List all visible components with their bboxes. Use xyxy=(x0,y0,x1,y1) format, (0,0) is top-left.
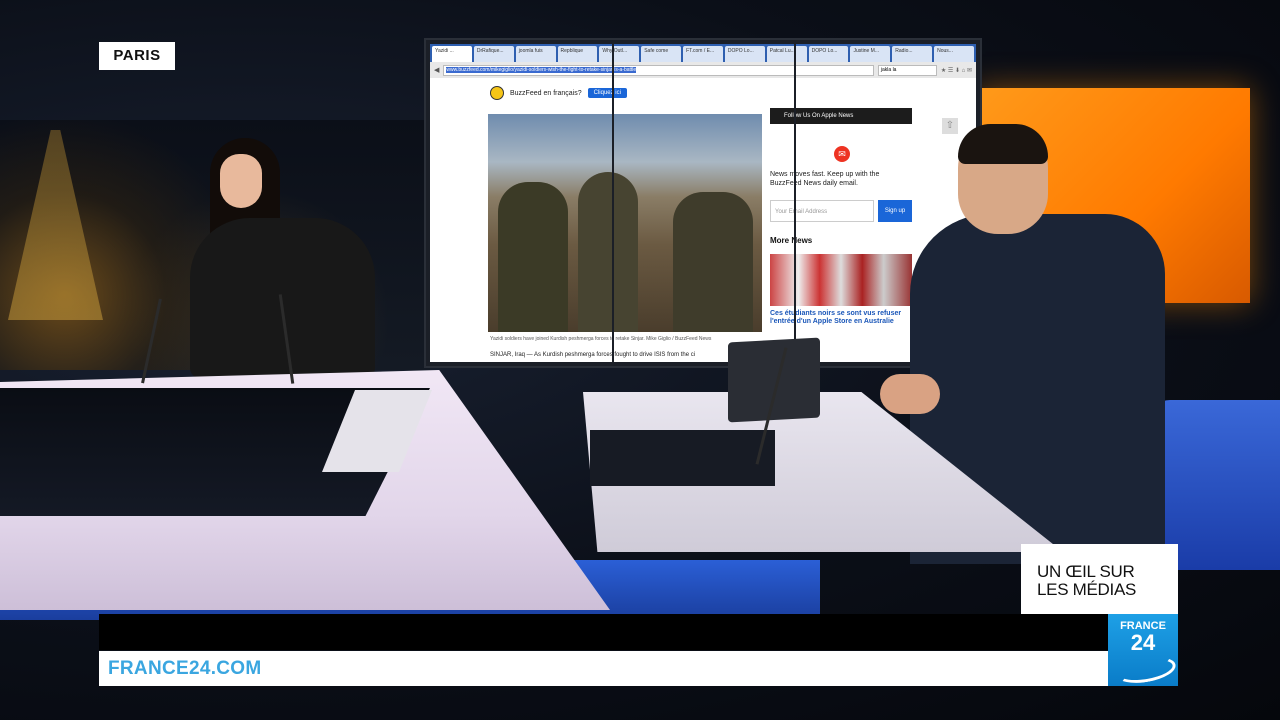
back-icon[interactable]: ◀ xyxy=(434,66,439,74)
guest-desk-glass xyxy=(590,430,775,486)
soldier-figure xyxy=(578,172,638,332)
browser-tab[interactable]: Radio... xyxy=(892,46,933,62)
logo-wave-icon xyxy=(1114,652,1178,686)
browser-tab[interactable]: Yazidi ... xyxy=(432,46,472,62)
anchor-jacket xyxy=(190,218,375,378)
url-field[interactable]: www.buzzfeed.com/mikegiglio/yazidi-soldi… xyxy=(443,64,874,76)
browser-search-input[interactable]: jakla la xyxy=(877,64,937,76)
soldier-figure xyxy=(498,182,568,332)
website-label: FRANCE24.COM xyxy=(108,658,262,679)
browser-tab[interactable]: Why Outl... xyxy=(599,46,640,62)
browser-tab[interactable]: DOPO Lo... xyxy=(724,46,765,62)
browser-tab[interactable]: Safe come xyxy=(641,46,682,62)
buzzfeed-french-button[interactable]: Cliquez ici xyxy=(587,88,627,98)
show-title-card: UN ŒIL SUR LES MÉDIAS xyxy=(1021,544,1178,614)
screen-seam xyxy=(794,40,796,366)
tv-frame: Yazidi ... DrRafique... joomla fuis Repb… xyxy=(0,0,1280,720)
browser-tab[interactable]: Repblique xyxy=(557,46,598,62)
article-lead: SINJAR, Iraq — As Kurdish peshmerga forc… xyxy=(490,352,696,358)
laptop xyxy=(728,337,820,423)
browser-tab[interactable]: FT.com / E... xyxy=(683,46,723,62)
url-text: www.buzzfeed.com/mikegiglio/yazidi-soldi… xyxy=(446,66,637,73)
article-photo xyxy=(488,114,762,332)
browser-tab[interactable]: DOPO Lo... xyxy=(808,46,849,62)
france24-logo: FRANCE 24 xyxy=(1108,614,1178,686)
apple-news-follow-bar[interactable]: Follow Us On Apple News xyxy=(770,108,912,124)
screen-seam xyxy=(612,40,614,366)
buzzfeed-prompt-text: BuzzFeed en français? xyxy=(510,89,582,97)
logo-text-24: 24 xyxy=(1130,630,1156,655)
guest-hair xyxy=(958,124,1048,164)
location-tag: PARIS xyxy=(99,42,175,70)
browser-tab[interactable]: Justine M... xyxy=(850,46,891,62)
newsletter-pin-icon: ✉ xyxy=(834,146,850,162)
more-news-heading: More News xyxy=(770,236,813,245)
browser-tab[interactable]: Patcal Lu... xyxy=(766,46,807,62)
browser-tab[interactable]: Nous... xyxy=(934,46,974,62)
anchor-face xyxy=(220,154,262,208)
email-field[interactable]: Your Email Address xyxy=(770,200,874,222)
browser-tab[interactable]: DrRafique... xyxy=(473,46,514,62)
address-bar: ◀ www.buzzfeed.com/mikegiglio/yazidi-sol… xyxy=(430,62,976,79)
photo-caption: Yazidi soldiers have joined Kurdish pesh… xyxy=(490,336,712,342)
soldier-figure xyxy=(673,192,753,332)
browser-tab-bar: Yazidi ... DrRafique... joomla fuis Repb… xyxy=(430,44,976,62)
toolbar-icons[interactable]: ★ ☰ ⬇ ⌂ ✉ xyxy=(941,67,972,74)
buzzfeed-logo-icon xyxy=(490,86,504,100)
guest-hands xyxy=(880,374,940,414)
show-title-line2: LES MÉDIAS xyxy=(1037,580,1137,599)
show-title-line1: UN ŒIL SUR xyxy=(1037,562,1135,581)
buzzfeed-language-prompt: BuzzFeed en français? Cliquez ici xyxy=(490,86,627,100)
lower-third-bar xyxy=(99,614,1108,650)
browser-tab[interactable]: joomla fuis xyxy=(515,46,556,62)
